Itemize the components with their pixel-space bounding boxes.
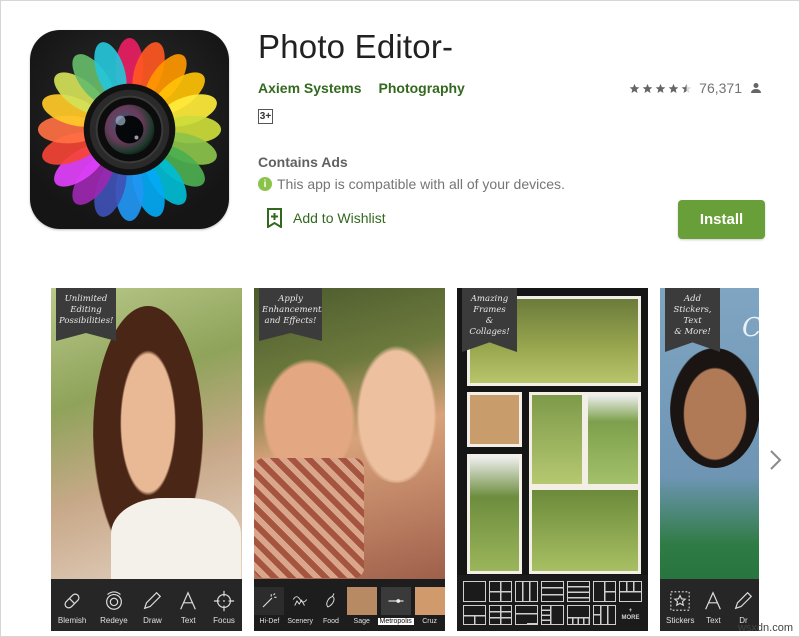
- layout-option[interactable]: [567, 604, 590, 625]
- tool-draw[interactable]: Draw: [141, 590, 163, 625]
- content-rating-badge: 3+: [258, 109, 273, 124]
- compatibility-text: This app is compatible with all of your …: [277, 176, 565, 192]
- tool-text[interactable]: Text: [177, 590, 199, 625]
- more-layouts-button[interactable]: + MORE: [619, 605, 642, 626]
- magic-wand-icon: [262, 593, 277, 608]
- white-dress: [111, 498, 241, 588]
- star-icon: [655, 83, 666, 94]
- tool-blemish[interactable]: Blemish: [58, 590, 86, 625]
- pencil-icon: [144, 591, 162, 610]
- filter-metropolis[interactable]: Metropolis: [377, 587, 414, 625]
- layout-option[interactable]: [541, 604, 564, 625]
- feature-banner: Add Stickers, Text & More!: [665, 288, 720, 352]
- edit-toolbar: Blemish Redeye Draw Text Focus: [51, 579, 242, 631]
- layout-option[interactable]: [593, 604, 616, 625]
- pencil-icon: [735, 591, 753, 610]
- category-link[interactable]: Photography: [379, 80, 465, 96]
- eye-icon: [105, 591, 122, 610]
- developer-link[interactable]: Axiem Systems: [258, 80, 362, 96]
- plaid-shirt: [254, 458, 364, 578]
- rating-count: 76,371: [699, 80, 742, 96]
- script-decoration: C: [742, 313, 759, 343]
- rating-summary[interactable]: 76,371: [629, 80, 762, 96]
- screenshot-2[interactable]: Apply Enhancements and Effects! Hi-Def S…: [254, 288, 445, 631]
- food-icon: [326, 593, 335, 608]
- sticker-star-icon: [670, 591, 690, 611]
- filter-food[interactable]: Food: [316, 587, 346, 625]
- bookmark-add-icon: [267, 208, 282, 228]
- watermark: wsxdn.com: [737, 622, 793, 634]
- star-icon: [642, 83, 653, 94]
- focus-target-icon: [213, 590, 235, 612]
- camera-aperture-logo: [37, 37, 222, 222]
- star-rating: [629, 83, 692, 94]
- layout-option[interactable]: [619, 581, 642, 602]
- filter-scenery[interactable]: Scenery: [285, 587, 315, 625]
- layout-option[interactable]: [593, 581, 616, 602]
- wishlist-label: Add to Wishlist: [293, 210, 386, 226]
- install-button[interactable]: Install: [678, 200, 765, 239]
- layout-option[interactable]: [489, 581, 512, 602]
- app-icon: [30, 30, 229, 229]
- girl-face: [349, 333, 444, 483]
- scenery-icon: [293, 596, 308, 606]
- chevron-right-icon: [770, 450, 782, 470]
- feature-banner: Unlimited Editing Possibilities!: [56, 288, 116, 341]
- feature-banner: Amazing Frames & Collages!: [462, 288, 517, 352]
- collage-layout-picker: + MORE: [457, 575, 648, 631]
- woman-face: [670, 348, 759, 468]
- compatibility-notice: i This app is compatible with all of you…: [258, 176, 565, 192]
- screenshot-carousel[interactable]: Unlimited Editing Possibilities! Blemish…: [51, 288, 759, 631]
- feature-banner: Apply Enhancements and Effects!: [259, 288, 322, 341]
- tool-stickers[interactable]: Stickers: [666, 590, 694, 625]
- bandage-icon: [64, 593, 80, 609]
- tool-redeye[interactable]: Redeye: [100, 590, 128, 625]
- tool-draw[interactable]: Dr: [732, 590, 754, 625]
- carousel-next-button[interactable]: [768, 448, 784, 472]
- app-title: Photo Editor-: [258, 28, 454, 65]
- filter-sage[interactable]: Sage: [346, 587, 377, 625]
- layout-option[interactable]: [515, 604, 538, 625]
- tool-focus[interactable]: Focus: [213, 590, 235, 625]
- half-star-icon: [681, 83, 692, 94]
- screenshot-4[interactable]: C Add Stickers, Text & More! Stickers Te…: [660, 288, 759, 631]
- screenshot-3[interactable]: Amazing Frames & Collages! + MORE: [457, 288, 648, 631]
- layout-option[interactable]: [541, 581, 564, 602]
- tool-text[interactable]: Text: [702, 590, 724, 625]
- info-icon: i: [258, 177, 272, 191]
- text-icon: [180, 591, 197, 610]
- layout-option[interactable]: [463, 604, 486, 625]
- person-icon: [751, 83, 761, 93]
- screenshot-1[interactable]: Unlimited Editing Possibilities! Blemish…: [51, 288, 242, 631]
- star-icon: [668, 83, 679, 94]
- filter-cruz[interactable]: Cruz: [414, 587, 445, 625]
- filter-hi-def[interactable]: Hi-Def: [254, 587, 285, 625]
- layout-option[interactable]: [489, 604, 512, 625]
- layout-option[interactable]: [567, 581, 590, 602]
- star-icon: [629, 83, 640, 94]
- filter-bar: Hi-Def Scenery Food Sage Metropolis Cruz: [254, 579, 445, 631]
- text-icon: [705, 591, 722, 610]
- app-meta: Axiem Systems Photography: [258, 80, 465, 96]
- layout-option[interactable]: [515, 581, 538, 602]
- slider-icon: [388, 599, 404, 603]
- contains-ads-label: Contains Ads: [258, 154, 348, 170]
- layout-option[interactable]: [463, 581, 486, 602]
- add-to-wishlist-button[interactable]: Add to Wishlist: [266, 208, 386, 228]
